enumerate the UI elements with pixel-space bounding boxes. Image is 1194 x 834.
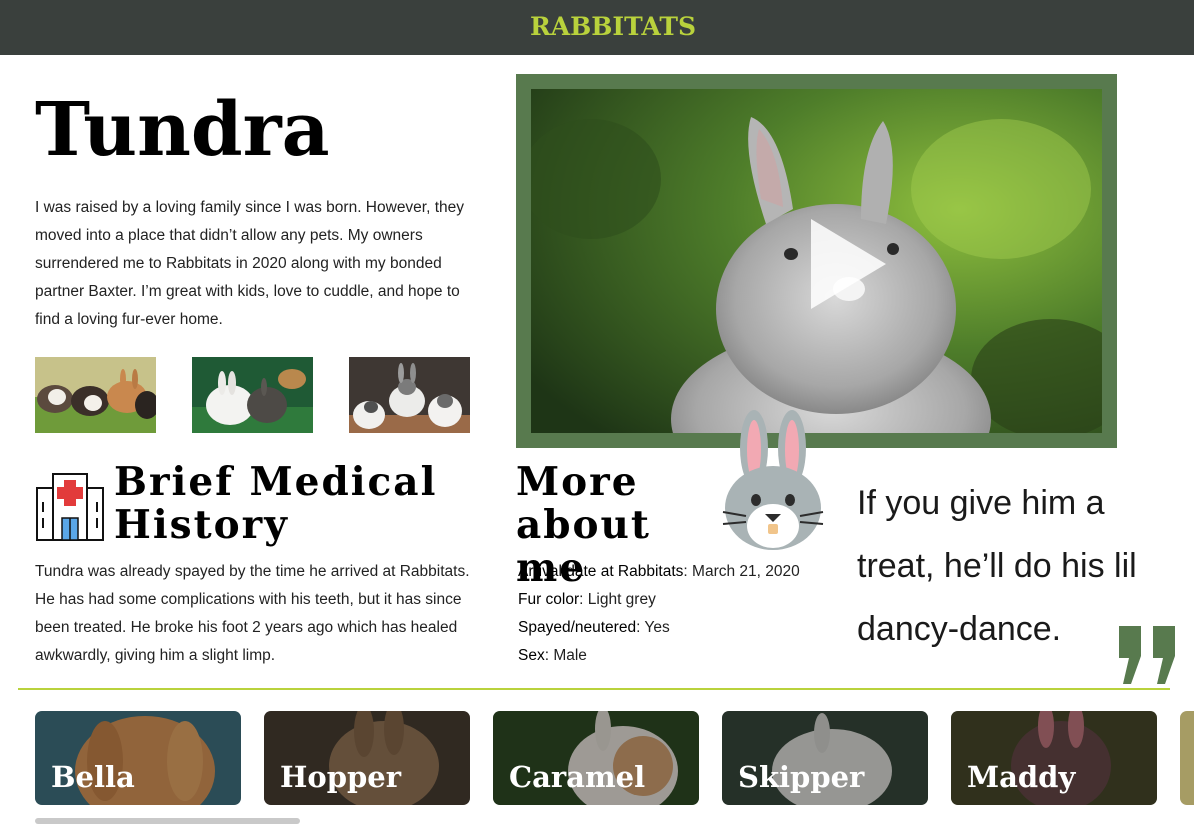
section-divider [18,688,1170,690]
carousel-scrollbar[interactable] [35,818,300,824]
fact-sex: Sex: Male [518,642,848,670]
top-navigation-bar: RABBITATS [0,0,1194,55]
play-icon[interactable] [806,219,886,309]
medical-history-heading: Brief Medical History [114,459,438,548]
fact-value: : Light grey [579,591,656,608]
logo-text: RABBITATS [530,12,697,41]
fact-value: : March 21, 2020 [683,563,800,580]
rabbit-card-name: Caramel [509,760,646,794]
rabbits-in-grass-photo [192,357,313,433]
rabbit-card-skipper[interactable]: Skipper [722,711,928,805]
gallery-thumbnail-3[interactable] [349,357,470,433]
closing-quote-icon [1119,626,1175,684]
rabbit-card-hopper[interactable]: Hopper [264,711,470,805]
rabbit-card-name: Bella [51,760,135,794]
gallery-thumbnail-2[interactable] [192,357,313,433]
rabbit-card-name: Skipper [738,760,865,794]
fact-label: Arrival date at Rabbitats [518,563,684,580]
rabbit-card-name: Hopper [280,760,402,794]
rabbit-bio: I was raised by a loving family since I … [35,199,465,328]
fact-label: Fur color [518,591,580,608]
rabbit-card-bella[interactable]: Bella [35,711,241,805]
fact-fur-color: Fur color: Light grey [518,586,848,614]
rabbit-video-player[interactable] [531,89,1102,433]
fact-label: Spayed/neutered [518,619,637,636]
fact-label: Sex [518,647,545,664]
fact-value: : Male [544,647,587,664]
rabbit-face-icon [722,410,824,550]
rabbits-on-grass-photo [35,357,156,433]
rabbit-facts-list: Arrival date at Rabbitats: March 21, 202… [518,558,848,670]
rabbit-card-name: Maddy [967,760,1076,794]
fact-value: : Yes [636,619,670,636]
rabbit-card-maddy[interactable]: Maddy [951,711,1157,805]
fact-arrival-date: Arrival date at Rabbitats: March 21, 202… [518,558,848,586]
medical-history-text: Tundra was already spayed by the time he… [35,563,470,664]
rabbitats-logo[interactable]: RABBITATS [530,6,696,48]
rabbits-group-photo [349,357,470,433]
video-frame [516,74,1117,448]
fact-spayed-neutered: Spayed/neutered: Yes [518,614,848,642]
rabbit-name-heading: Tundra [35,87,330,173]
gallery-thumbnail-1[interactable] [35,357,156,433]
rabbit-card-caramel[interactable]: Caramel [493,711,699,805]
hospital-icon [36,473,104,541]
rabbit-card-next-peek[interactable] [1180,711,1194,805]
